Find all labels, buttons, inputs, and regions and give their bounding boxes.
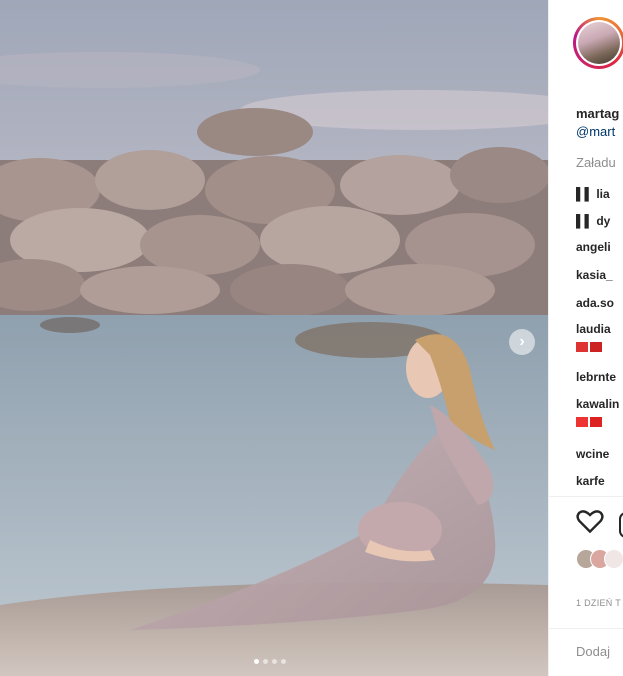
avatar[interactable] — [573, 17, 623, 69]
post-date: 1 DZIEŃ T — [576, 598, 622, 608]
loading-comments-text: Załadu — [576, 155, 616, 170]
comment-username[interactable]: angeli — [576, 240, 611, 254]
carousel-dot — [281, 659, 286, 664]
next-photo-button[interactable]: › — [509, 329, 535, 355]
add-comment-input[interactable]: Dodaj — [576, 644, 610, 659]
emoji-icon — [576, 342, 588, 352]
comment-icon[interactable] — [619, 512, 623, 538]
post-username[interactable]: martag — [576, 106, 619, 121]
comment-username[interactable]: kasia_ — [576, 268, 613, 282]
divider — [549, 628, 623, 629]
comment-username[interactable]: kawalin — [576, 397, 619, 411]
emoji-icon — [590, 342, 602, 352]
carousel-dot — [263, 659, 268, 664]
comment-username[interactable]: lebrnte — [576, 370, 616, 384]
comment-username[interactable]: wcine — [576, 447, 609, 461]
comment-emoji-row — [576, 417, 602, 427]
post-photo[interactable]: › — [0, 0, 548, 676]
emoji-icon — [590, 417, 602, 427]
comment-username[interactable]: ▌▌ lia — [576, 187, 610, 201]
post-handle[interactable]: @mart — [576, 124, 615, 139]
likers-avatars[interactable] — [576, 549, 623, 569]
chevron-right-icon: › — [519, 333, 525, 350]
carousel-dot — [254, 659, 259, 664]
comment-username[interactable]: ada.so — [576, 296, 614, 310]
heart-icon[interactable] — [575, 508, 605, 534]
photo-scene — [0, 0, 548, 676]
carousel-dot — [272, 659, 277, 664]
emoji-icon — [576, 417, 588, 427]
divider — [549, 496, 623, 497]
comment-username[interactable]: ▌▌ dy — [576, 214, 610, 228]
avatar-image — [578, 22, 620, 64]
comment-emoji-row — [576, 342, 602, 352]
comment-username[interactable]: karfe — [576, 474, 605, 488]
carousel-indicator — [254, 659, 286, 664]
liker-avatar — [604, 549, 623, 569]
post-sidebar: martag @mart Załadu ▌▌ lia ▌▌ dy angeli … — [548, 0, 623, 676]
comment-username[interactable]: laudia — [576, 322, 611, 336]
avatar-inner — [576, 20, 622, 66]
